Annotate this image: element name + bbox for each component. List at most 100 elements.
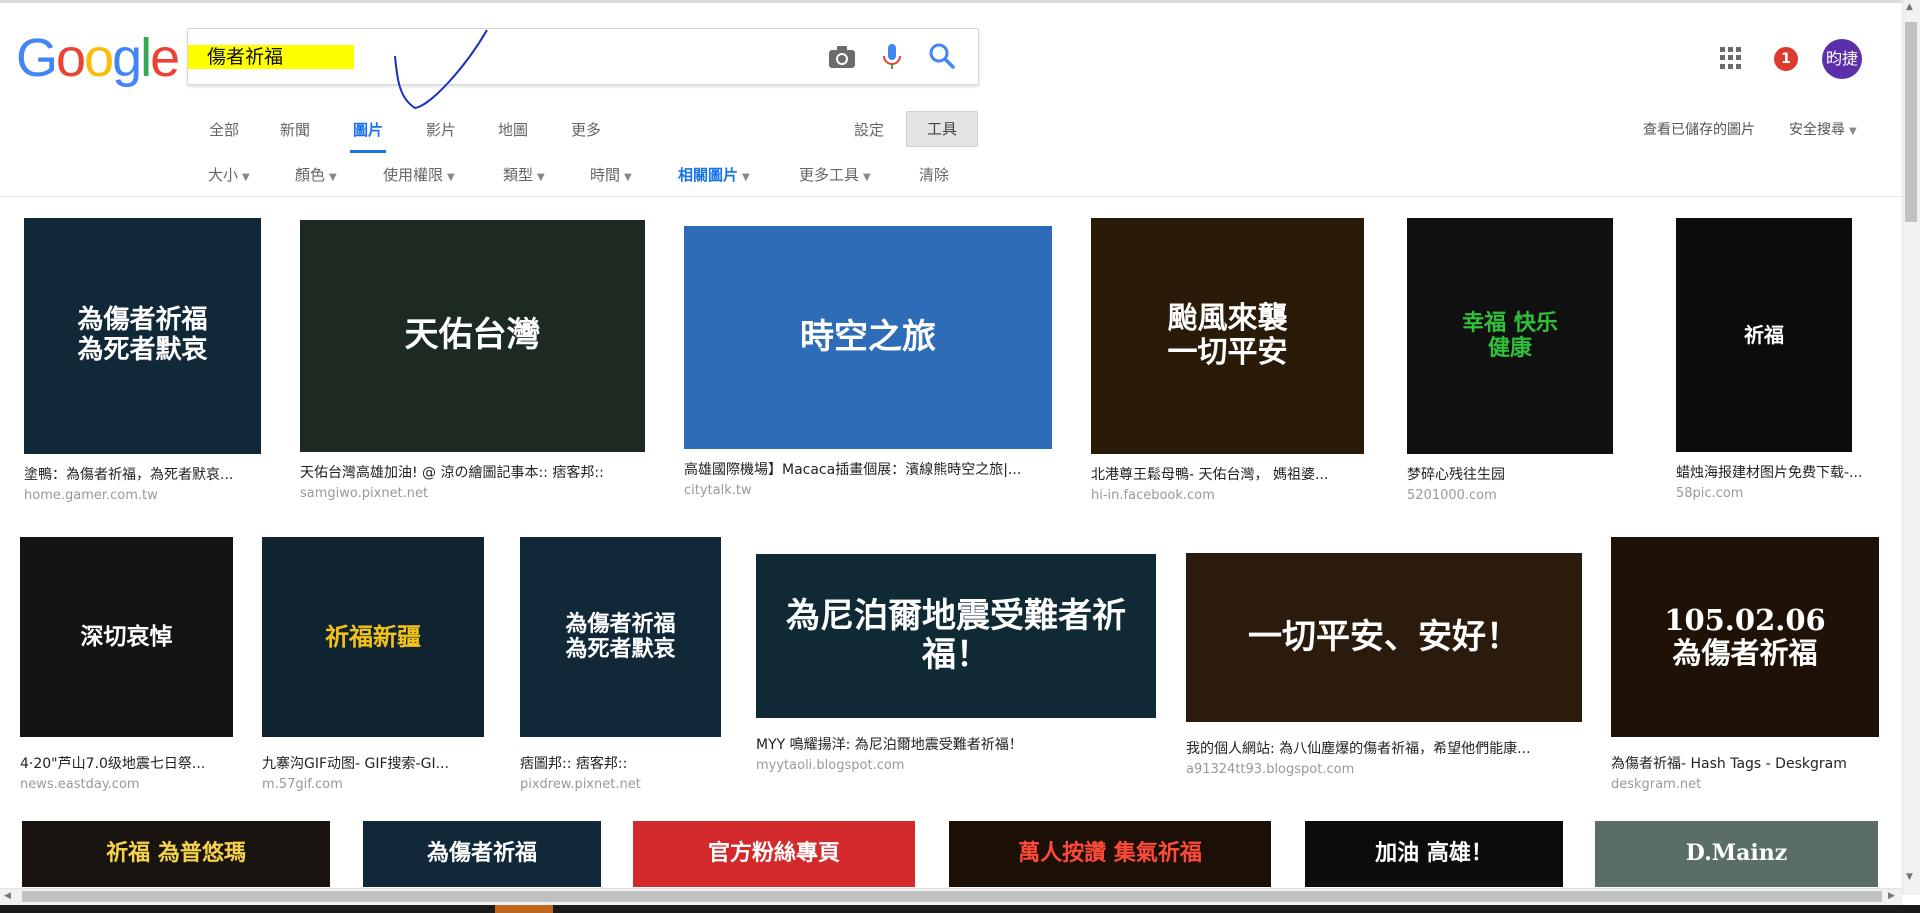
result-image-caption: 時空之旅	[800, 316, 936, 357]
search-input[interactable]: 傷者祈福	[207, 44, 283, 70]
result-site[interactable]: citytalk.tw	[684, 482, 752, 500]
result-image-caption: 幸福 快乐 健康	[1462, 309, 1558, 361]
result-image[interactable]: 一切平安、安好！	[1186, 553, 1582, 722]
result-image-caption: 為傷者祈福	[426, 840, 537, 867]
tool-label: 使用權限	[383, 166, 444, 184]
result-image-caption: 為傷者祈福 為死者默哀	[77, 305, 208, 365]
avatar[interactable]: 昀捷	[1822, 39, 1862, 79]
microphone-icon[interactable]	[876, 40, 908, 72]
result-title[interactable]: 梦碎心残往生园	[1407, 466, 1613, 484]
result-title[interactable]: 我的個人網站: 為八仙塵爆的傷者祈福，希望他們能康...	[1186, 740, 1582, 758]
result-site[interactable]: myytaoli.blogspot.com	[756, 757, 904, 775]
saved-images-link[interactable]: 查看已儲存的圖片	[1643, 118, 1755, 142]
safesearch-label: 安全搜尋	[1789, 122, 1845, 138]
result-site[interactable]: samgiwo.pixnet.net	[300, 485, 428, 503]
result-image[interactable]: 時空之旅	[684, 226, 1052, 449]
settings-link[interactable]: 設定	[854, 118, 884, 142]
active-tab-indicator	[350, 150, 386, 153]
result-title[interactable]: MYY 鳴耀揚洋: 為尼泊爾地震受難者祈福！	[756, 736, 1156, 754]
tool-time[interactable]: 時間 ▼	[590, 163, 632, 190]
result-title[interactable]: 4·20"芦山7.0级地震七日祭...	[20, 755, 233, 773]
tool-more-tools[interactable]: 更多工具 ▼	[799, 163, 871, 190]
safesearch-menu[interactable]: 安全搜尋 ▼	[1789, 118, 1857, 144]
taskbar-accent	[495, 905, 553, 913]
tool-usage-rights[interactable]: 使用權限 ▼	[383, 163, 455, 190]
scroll-right-arrow-icon[interactable]: ▶	[1888, 891, 1895, 901]
vertical-scroll-thumb[interactable]	[1905, 22, 1917, 222]
result-image[interactable]: 為傷者祈福	[363, 821, 601, 887]
scroll-left-arrow-icon[interactable]: ◀	[4, 891, 11, 901]
result-image[interactable]: 105.02.06 為傷者祈福	[1611, 537, 1879, 737]
result-site[interactable]: home.gamer.com.tw	[24, 487, 158, 505]
apps-grid-icon[interactable]	[1720, 47, 1742, 69]
result-site[interactable]: hi-in.facebook.com	[1091, 487, 1215, 505]
result-image[interactable]: 天佑台灣	[300, 220, 645, 452]
result-site[interactable]: 58pic.com	[1676, 485, 1743, 503]
result-title[interactable]: 塗鴨：為傷者祈福，為死者默哀...	[24, 466, 261, 484]
result-image-caption: D.Mainz	[1685, 840, 1788, 867]
result-image[interactable]: 為尼泊爾地震受難者祈福！	[756, 554, 1156, 718]
scroll-down-arrow-icon[interactable]: ▼	[1906, 872, 1913, 882]
result-image[interactable]: 加油 高雄！	[1305, 821, 1563, 887]
tool-label: 更多工具	[799, 166, 860, 184]
result-image[interactable]: 官方粉絲專頁	[633, 821, 915, 887]
notification-badge[interactable]: 1	[1774, 47, 1798, 71]
result-image-caption: 萬人按讚 集氣祈福	[1018, 840, 1202, 867]
tool-label: 時間	[590, 166, 621, 184]
result-image[interactable]: D.Mainz	[1595, 821, 1878, 887]
result-image[interactable]: 颱風來襲 一切平安	[1091, 218, 1364, 454]
result-image-caption: 為傷者祈福 為死者默哀	[565, 610, 676, 662]
result-image[interactable]: 幸福 快乐 健康	[1407, 218, 1613, 454]
result-image[interactable]: 深切哀悼	[20, 537, 233, 737]
result-image-caption: 一切平安、安好！	[1248, 616, 1520, 657]
horizontal-scroll-thumb[interactable]	[22, 891, 1882, 902]
result-title[interactable]: 蜡烛海报建材图片免费下载-...	[1676, 464, 1876, 482]
result-site[interactable]: deskgram.net	[1611, 776, 1701, 794]
tab-videos[interactable]: 影片	[426, 118, 456, 142]
google-logo[interactable]: Google	[16, 28, 180, 88]
result-image-caption: 官方粉絲專頁	[707, 840, 840, 867]
result-site[interactable]: a91324tt93.blogspot.com	[1186, 761, 1354, 779]
camera-icon[interactable]	[826, 41, 858, 73]
result-title[interactable]: 天佑台灣高雄加油! @ 涼の繪圖記事本:: 痞客邦::	[300, 464, 645, 482]
result-site[interactable]: 5201000.com	[1407, 487, 1497, 505]
tab-maps[interactable]: 地圖	[498, 118, 528, 142]
result-image-caption: 天佑台灣	[404, 315, 541, 356]
tool-related-images[interactable]: 相關圖片 ▼	[678, 163, 750, 190]
tools-button[interactable]: 工具	[906, 111, 978, 147]
chevron-down-icon: ▼	[863, 172, 871, 183]
result-site[interactable]: pixdrew.pixnet.net	[520, 776, 641, 794]
result-title[interactable]: 為傷者祈福- Hash Tags - Deskgram	[1611, 755, 1879, 773]
chevron-down-icon: ▼	[537, 172, 545, 183]
chevron-down-icon: ▼	[447, 172, 455, 183]
result-title[interactable]: 高雄國際機場】Macaca插畫個展：濱線熊時空之旅|...	[684, 461, 1052, 479]
result-image[interactable]: 為傷者祈福 為死者默哀	[24, 218, 261, 454]
tab-images[interactable]: 圖片	[353, 118, 383, 142]
result-image[interactable]: 祈福	[1676, 218, 1852, 452]
result-site[interactable]: news.eastday.com	[20, 776, 140, 794]
result-image-caption: 深切哀悼	[80, 622, 173, 650]
tool-color[interactable]: 顏色 ▼	[295, 163, 337, 190]
tool-label: 大小	[208, 166, 239, 184]
result-image[interactable]: 祈福新疆	[262, 537, 484, 737]
result-title[interactable]: 九寨沟GIF动图- GIF搜索-GI...	[262, 755, 484, 773]
top-border	[0, 0, 1920, 3]
result-image-caption: 為尼泊爾地震受難者祈福！	[786, 595, 1126, 675]
result-site[interactable]: m.57gif.com	[262, 776, 343, 794]
pen-scribble	[394, 29, 488, 110]
result-image[interactable]: 為傷者祈福 為死者默哀	[520, 537, 721, 737]
result-title[interactable]: 北港尊王鬆母鴨- 天佑台灣， 媽祖婆...	[1091, 466, 1364, 484]
tab-all[interactable]: 全部	[209, 118, 239, 142]
tool-size[interactable]: 大小 ▼	[208, 163, 250, 190]
tab-news[interactable]: 新聞	[280, 118, 310, 142]
result-image[interactable]: 萬人按讚 集氣祈福	[949, 821, 1271, 887]
result-title[interactable]: 痞圖邦:: 痞客邦::	[520, 755, 721, 773]
tool-type[interactable]: 類型 ▼	[503, 163, 545, 190]
chevron-down-icon: ▼	[624, 172, 632, 183]
search-icon[interactable]	[926, 40, 958, 72]
tool-clear[interactable]: 清除	[919, 163, 949, 187]
result-image[interactable]: 祈福 為普悠瑪	[22, 821, 330, 887]
taskbar-strip	[0, 905, 1920, 913]
scroll-up-arrow-icon[interactable]: ▲	[1906, 2, 1913, 12]
tab-more[interactable]: 更多	[571, 118, 601, 142]
